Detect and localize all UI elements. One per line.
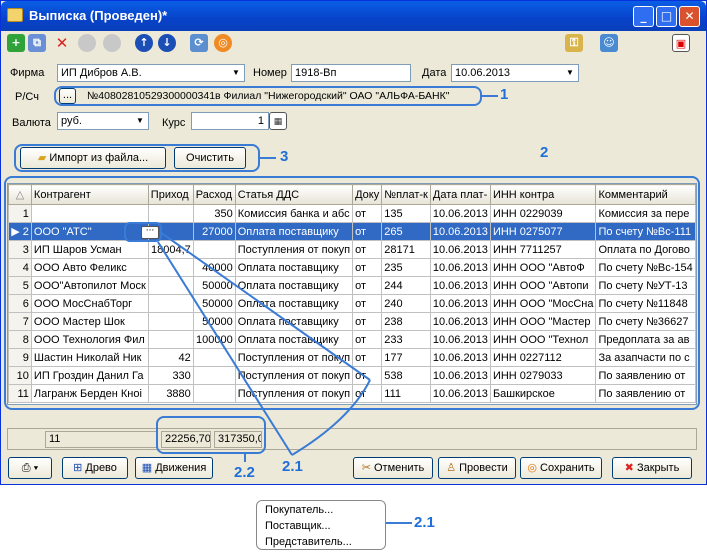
cancel-button[interactable]: ✂ Отменить bbox=[353, 457, 433, 479]
tree-icon: ⊞ bbox=[73, 462, 83, 474]
movements-label: Движения bbox=[155, 462, 207, 474]
close-button[interactable]: ✖ Закрыть bbox=[612, 457, 692, 479]
callout-number-2-1-popup: 2.1 bbox=[414, 514, 435, 531]
save-label: Сохранить bbox=[540, 462, 595, 474]
cancel-icon: ✂ bbox=[361, 462, 371, 474]
printer-icon: ⎙ bbox=[21, 462, 31, 474]
close-icon: ✖ bbox=[624, 462, 634, 474]
menu-item-representative[interactable]: Представитель... bbox=[265, 536, 352, 548]
save-icon: ◎ bbox=[527, 462, 537, 474]
menu-item-buyer[interactable]: Покупатель... bbox=[265, 504, 333, 516]
close-label: Закрыть bbox=[636, 462, 680, 474]
save-button[interactable]: ◎ Сохранить bbox=[520, 457, 602, 479]
tree-button[interactable]: ⊞ Древо bbox=[62, 457, 128, 479]
table-icon: ▦ bbox=[141, 462, 153, 474]
tree-label: Древо bbox=[85, 462, 117, 474]
context-menu: Покупатель... Поставщик... Представитель… bbox=[256, 500, 386, 550]
post-label: Провести bbox=[459, 462, 508, 474]
cancel-label: Отменить bbox=[374, 462, 425, 474]
menu-item-supplier[interactable]: Поставщик... bbox=[265, 520, 331, 532]
movements-button[interactable]: ▦ Движения bbox=[135, 457, 213, 479]
print-button[interactable]: ⎙ ▾ bbox=[8, 457, 52, 479]
stamp-icon: ♙ bbox=[446, 462, 457, 474]
post-button[interactable]: ♙ Провести bbox=[438, 457, 516, 479]
